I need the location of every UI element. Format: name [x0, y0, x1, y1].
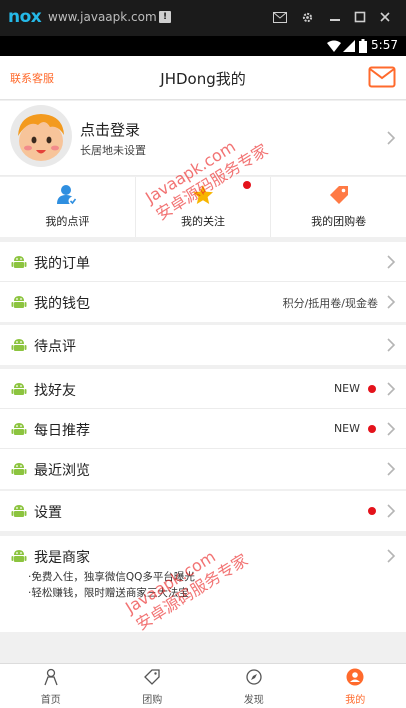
new-dot	[368, 385, 376, 393]
chevron-right-icon	[387, 462, 396, 476]
row-label: 我的订单	[34, 256, 90, 272]
avatar[interactable]	[10, 105, 72, 167]
wallet-detail: 积分/抵用卷/现金卷	[282, 297, 378, 310]
menu-row-orders[interactable]: 我的订单	[0, 242, 406, 282]
chevron-right-icon	[387, 295, 396, 309]
row-label: 待点评	[34, 339, 76, 355]
menu-row-find-friends[interactable]: 找好友 NEW	[0, 369, 406, 409]
row-label: 我是商家	[34, 550, 90, 566]
chevron-right-icon	[387, 382, 396, 396]
nav-label: 发现	[243, 695, 264, 706]
message-mail-icon[interactable]	[368, 65, 396, 89]
emulator-url: www.javaapk.com	[48, 10, 157, 24]
coupon-tag-icon	[329, 186, 348, 204]
chevron-right-icon	[387, 422, 396, 436]
status-time: 5:57	[371, 38, 398, 52]
menu-row-pending-review[interactable]: 待点评	[0, 325, 406, 365]
nav-label: 团购	[142, 695, 163, 706]
android-robot-icon	[11, 423, 27, 435]
menu-group-social: 找好友 NEW 每日推荐 NEW 最近浏览	[0, 369, 406, 489]
chevron-right-icon	[387, 549, 396, 563]
mail-icon[interactable]	[269, 6, 291, 28]
nav-label: 首页	[40, 695, 61, 706]
nav-home[interactable]: 首页	[0, 664, 102, 708]
profile-icon	[346, 668, 364, 686]
gear-icon[interactable]	[296, 6, 318, 28]
chevron-right-icon	[387, 131, 396, 145]
wifi-icon	[327, 40, 341, 52]
emulator-notice-icon[interactable]: !	[159, 11, 171, 23]
page-title: JHDong我的	[160, 70, 246, 88]
login-prompt[interactable]: 点击登录	[80, 119, 140, 140]
row-label: 我的钱包	[34, 296, 90, 312]
new-dot	[242, 181, 251, 189]
app-header: 联系客服 JHDong我的	[0, 56, 406, 100]
signal-icon	[343, 40, 355, 52]
new-dot	[368, 507, 376, 515]
nav-discover[interactable]: 发现	[203, 664, 305, 708]
bottom-nav: 首页 团购 发现 我的	[0, 663, 406, 708]
android-robot-icon	[11, 256, 27, 268]
quick-actions: 我的点评 我的关注 我的团购卷	[0, 177, 406, 237]
emulator-title-bar: nox www.javaapk.com !	[0, 0, 406, 36]
profile-login-card[interactable]: 点击登录 长居地未设置	[0, 101, 406, 176]
menu-row-daily-recommend[interactable]: 每日推荐 NEW	[0, 409, 406, 449]
android-status-bar: 5:57	[0, 36, 406, 56]
review-person-icon	[57, 185, 78, 206]
location-status: 长居地未设置	[80, 144, 146, 157]
android-robot-icon	[11, 383, 27, 395]
new-badge: NEW	[333, 382, 360, 395]
merchant-benefit-line: ·免费入住，独享微信QQ多平台曝光	[28, 571, 195, 583]
quick-label: 我的点评	[45, 215, 90, 228]
nav-label: 我的	[345, 695, 366, 706]
quick-my-coupons[interactable]: 我的团购卷	[271, 177, 406, 237]
group-buy-icon	[144, 669, 160, 685]
menu-group-orders: 我的订单 我的钱包 积分/抵用卷/现金卷	[0, 242, 406, 322]
row-label: 最近浏览	[34, 463, 90, 479]
merchant-benefits: ·免费入住，独享微信QQ多平台曝光 ·轻松赚钱，限时赠送商家三大法宝	[28, 569, 195, 601]
row-label: 设置	[34, 505, 62, 521]
row-label: 每日推荐	[34, 423, 90, 439]
nav-mine[interactable]: 我的	[305, 664, 406, 708]
quick-label: 我的关注	[181, 215, 225, 228]
close-icon[interactable]	[374, 6, 396, 28]
quick-label: 我的团购卷	[311, 215, 367, 228]
menu-row-wallet[interactable]: 我的钱包 积分/抵用卷/现金卷	[0, 282, 406, 322]
menu-group-merchant: 我是商家 ·免费入住，独享微信QQ多平台曝光 ·轻松赚钱，限时赠送商家三大法宝	[0, 536, 406, 632]
menu-row-recent-browse[interactable]: 最近浏览	[0, 449, 406, 489]
discover-icon	[246, 669, 262, 685]
quick-my-reviews[interactable]: 我的点评	[0, 177, 136, 237]
row-label: 找好友	[34, 383, 76, 399]
emulator-logo: nox	[8, 7, 42, 27]
app-screen: 联系客服 JHDong我的 点击登录 长居地未设置 我的点评 我的关注 我的团购…	[0, 56, 406, 708]
android-robot-icon	[11, 339, 27, 351]
new-dot	[368, 425, 376, 433]
maximize-icon[interactable]	[349, 6, 371, 28]
chevron-right-icon	[387, 504, 396, 518]
new-badge: NEW	[333, 422, 360, 435]
chevron-right-icon	[387, 338, 396, 352]
menu-group-settings: 设置	[0, 491, 406, 531]
merchant-benefit-line: ·轻松赚钱，限时赠送商家三大法宝	[28, 587, 189, 599]
menu-row-settings[interactable]: 设置	[0, 491, 406, 531]
battery-icon	[359, 39, 367, 53]
menu-group-review: 待点评	[0, 325, 406, 365]
android-robot-icon	[11, 550, 27, 562]
quick-my-follows[interactable]: 我的关注	[136, 177, 272, 237]
minimize-icon[interactable]	[324, 6, 346, 28]
star-icon	[193, 185, 213, 204]
chevron-right-icon	[387, 255, 396, 269]
android-robot-icon	[11, 296, 27, 308]
home-icon	[44, 668, 58, 686]
android-robot-icon	[11, 463, 27, 475]
android-robot-icon	[11, 505, 27, 517]
nav-group-buy[interactable]: 团购	[102, 664, 204, 708]
